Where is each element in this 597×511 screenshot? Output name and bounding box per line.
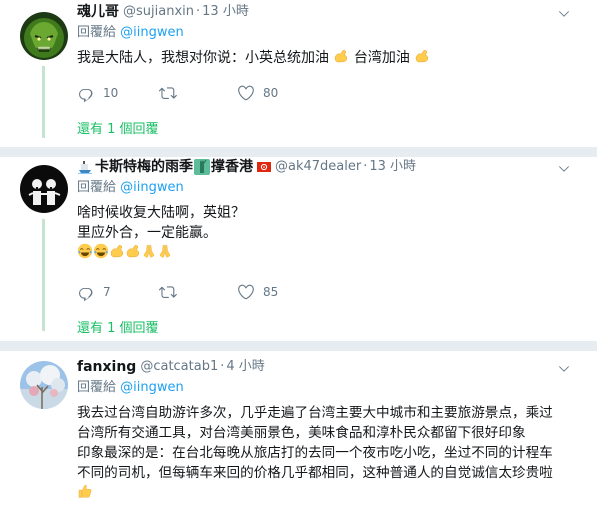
- mention-link[interactable]: @iingwen: [120, 180, 184, 195]
- tweet-text-line: 我是大陆人，我想对你说：小英总统加油: [77, 50, 329, 66]
- flexed-biceps-emoji-icon: [333, 48, 349, 64]
- tweet-text-line: 里应外合，一定能赢。: [77, 225, 217, 241]
- like-button[interactable]: 85: [237, 283, 317, 301]
- tweet-header: 魂儿哥 @sujianxin · 13 小時: [77, 2, 587, 22]
- reply-button[interactable]: 10: [77, 84, 159, 102]
- username[interactable]: @ak47dealer: [275, 157, 361, 177]
- reply-context: 回覆給 @iingwen: [77, 379, 587, 397]
- show-more-replies-link[interactable]: 還有 1 個回覆: [77, 118, 159, 137]
- tears-of-joy-emoji-icon: [93, 243, 109, 259]
- statue-of-liberty-emoji-icon: [194, 159, 210, 175]
- thread-line: [42, 219, 45, 331]
- tweet-text-line: 台湾所有交通工具，对台湾美丽景色，美味食品和淳朴民众都留下很好印象: [77, 425, 526, 441]
- reply-context: 回覆給 @iingwen: [77, 179, 587, 197]
- tweet-text-line: 我去过台湾自助游许多次，几乎走遍了台湾主要大中城市和主要旅游景点，乘过: [77, 405, 553, 421]
- display-name[interactable]: 卡斯特梅的雨季: [95, 157, 193, 177]
- like-count: 80: [263, 86, 279, 100]
- reply-prefix: 回覆給: [77, 25, 121, 40]
- flexed-biceps-emoji-icon: [109, 243, 125, 259]
- reply-icon: [77, 283, 95, 301]
- display-name-suffix[interactable]: 撑香港: [211, 157, 253, 177]
- folded-hands-emoji-icon: [157, 243, 173, 259]
- avatar[interactable]: [20, 361, 68, 409]
- like-button[interactable]: 80: [237, 84, 317, 102]
- folded-hands-emoji-icon: [141, 243, 157, 259]
- tweet-header: fanxing @catcatab1 · 4 小時: [77, 357, 587, 377]
- tweet-text-line: 台湾加油: [353, 50, 410, 66]
- emoji-row: [77, 483, 587, 503]
- separator-dot: ·: [363, 159, 368, 174]
- reply-count: 7: [103, 285, 111, 299]
- reply-icon: [77, 84, 95, 102]
- retweet-button[interactable]: [159, 84, 237, 102]
- timestamp[interactable]: 13 小時: [369, 157, 416, 177]
- timestamp[interactable]: 4 小時: [226, 357, 264, 377]
- hong-kong-flag-icon: [257, 160, 271, 174]
- flexed-biceps-emoji-icon: [414, 48, 430, 64]
- tweet-1[interactable]: 魂儿哥 @sujianxin · 13 小時 回覆給 @iingwen 我是大陆…: [0, 0, 597, 147]
- tweet-text-line: 啥时候收复大陆啊，英姐？: [77, 205, 245, 221]
- thread-divider: [0, 147, 597, 157]
- retweet-button[interactable]: [159, 283, 237, 301]
- tweet-text: 我是大陆人，我想对你说：小英总统加油 台湾加油: [77, 48, 587, 68]
- chevron-down-icon[interactable]: [557, 361, 575, 379]
- thumbs-up-emoji-icon: [77, 483, 93, 499]
- emoji-row: [77, 243, 587, 263]
- retweet-icon: [159, 283, 177, 301]
- reply-button[interactable]: 7: [77, 283, 159, 301]
- show-more-replies-link[interactable]: 還有 1 個回覆: [77, 317, 159, 336]
- chevron-down-icon[interactable]: [557, 161, 575, 179]
- tweet-2[interactable]: 卡斯特梅的雨季 撑香港 @ak47dealer · 13 小時 回覆給 @iin…: [0, 157, 597, 341]
- mention-link[interactable]: @iingwen: [120, 380, 184, 395]
- retweet-icon: [159, 84, 177, 102]
- timestamp[interactable]: 13 小時: [202, 2, 249, 22]
- like-count: 85: [263, 285, 279, 299]
- thread-line: [42, 66, 45, 138]
- flexed-biceps-emoji-icon: [125, 243, 141, 259]
- avatar[interactable]: [20, 12, 68, 60]
- heart-icon: [237, 84, 255, 102]
- avatar[interactable]: [20, 165, 68, 213]
- tweet-header: 卡斯特梅的雨季 撑香港 @ak47dealer · 13 小時: [77, 157, 587, 177]
- reply-prefix: 回覆給: [77, 180, 121, 195]
- tweet-text-line: 不同的司机，但每辆车来回的价格几乎都相同，这种普通人的自觉诚信太珍贵啦: [77, 465, 553, 481]
- reply-context: 回覆給 @iingwen: [77, 24, 587, 42]
- tweet-text: 我去过台湾自助游许多次，几乎走遍了台湾主要大中城市和主要旅游景点，乘过 台湾所有…: [77, 403, 587, 503]
- separator-dot: ·: [196, 4, 201, 19]
- display-name[interactable]: 魂儿哥: [77, 2, 119, 22]
- username[interactable]: @sujianxin: [123, 2, 194, 22]
- separator-dot: ·: [220, 359, 225, 374]
- reply-count: 10: [103, 86, 119, 100]
- chevron-down-icon[interactable]: [557, 6, 575, 24]
- heart-icon: [237, 283, 255, 301]
- display-name[interactable]: fanxing: [77, 357, 136, 377]
- username[interactable]: @catcatab1: [140, 357, 218, 377]
- tweet-text: 啥时候收复大陆啊，英姐？ 里应外合，一定能赢。: [77, 203, 587, 263]
- tweet-3[interactable]: fanxing @catcatab1 · 4 小時 回覆給 @iingwen 我…: [0, 351, 597, 511]
- tweet-text-line: 印象最深的是：在台北每晚从旅店打的去同一个夜市吃小吃，坐过不同的计程车: [77, 445, 553, 461]
- thread-divider: [0, 341, 597, 351]
- reply-prefix: 回覆給: [77, 380, 121, 395]
- ship-emoji-icon: [77, 159, 93, 175]
- mention-link[interactable]: @iingwen: [120, 25, 184, 40]
- tears-of-joy-emoji-icon: [77, 243, 93, 259]
